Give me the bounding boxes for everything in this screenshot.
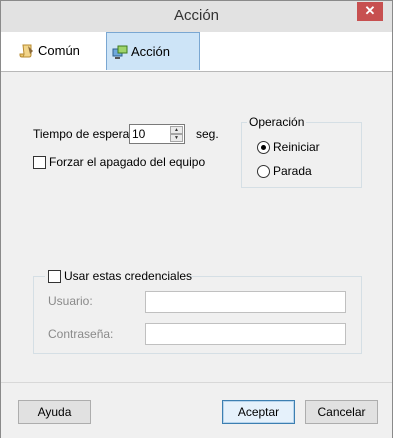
tab-accion[interactable]: Acción (106, 32, 200, 70)
close-icon: ✕ (364, 3, 376, 18)
tab-content: Tiempo de espera: ▲ ▼ seg. Forzar el apa… (1, 72, 392, 382)
username-label: Usuario: (48, 294, 93, 308)
radio-parada[interactable] (257, 165, 270, 178)
timeout-label: Tiempo de espera: (33, 127, 133, 141)
operation-group (241, 122, 362, 188)
use-credentials-checkbox[interactable] (48, 270, 61, 283)
username-input[interactable] (146, 292, 345, 312)
spin-down-button[interactable]: ▼ (170, 134, 183, 142)
timeout-unit: seg. (196, 127, 219, 141)
radio-parada-label[interactable]: Parada (273, 164, 312, 178)
timeout-input[interactable] (132, 126, 168, 142)
window-title: Acción (173, 7, 220, 24)
password-input[interactable] (146, 324, 345, 344)
password-field[interactable] (145, 323, 346, 345)
tab-strip: Común Acción (1, 32, 392, 72)
button-bar: Ayuda Aceptar Cancelar (1, 382, 392, 438)
password-label: Contraseña: (48, 327, 114, 341)
help-button[interactable]: Ayuda (18, 400, 91, 424)
accept-button[interactable]: Aceptar (222, 400, 295, 424)
spin-up-button[interactable]: ▲ (170, 126, 183, 134)
operation-legend: Operación (247, 115, 307, 129)
scroll-icon (19, 44, 33, 58)
force-shutdown-label[interactable]: Forzar el apagado del equipo (49, 155, 205, 169)
tab-comun-label: Común (38, 43, 80, 58)
radio-reiniciar[interactable] (257, 141, 270, 154)
tab-comun[interactable]: Común (14, 32, 104, 70)
network-action-icon (112, 45, 128, 59)
force-shutdown-checkbox[interactable] (33, 156, 46, 169)
use-credentials-label[interactable]: Usar estas credenciales (64, 269, 192, 283)
tab-accion-label: Acción (131, 44, 171, 59)
username-field[interactable] (145, 291, 346, 313)
title-bar: Acción ✕ (1, 1, 392, 32)
close-button[interactable]: ✕ (357, 2, 383, 21)
radio-reiniciar-label[interactable]: Reiniciar (273, 140, 320, 154)
cancel-button[interactable]: Cancelar (305, 400, 378, 424)
dialog-window: Acción ✕ Común Acción Tiempo de espera: (0, 0, 393, 438)
timeout-spinner[interactable]: ▲ ▼ (129, 124, 185, 144)
